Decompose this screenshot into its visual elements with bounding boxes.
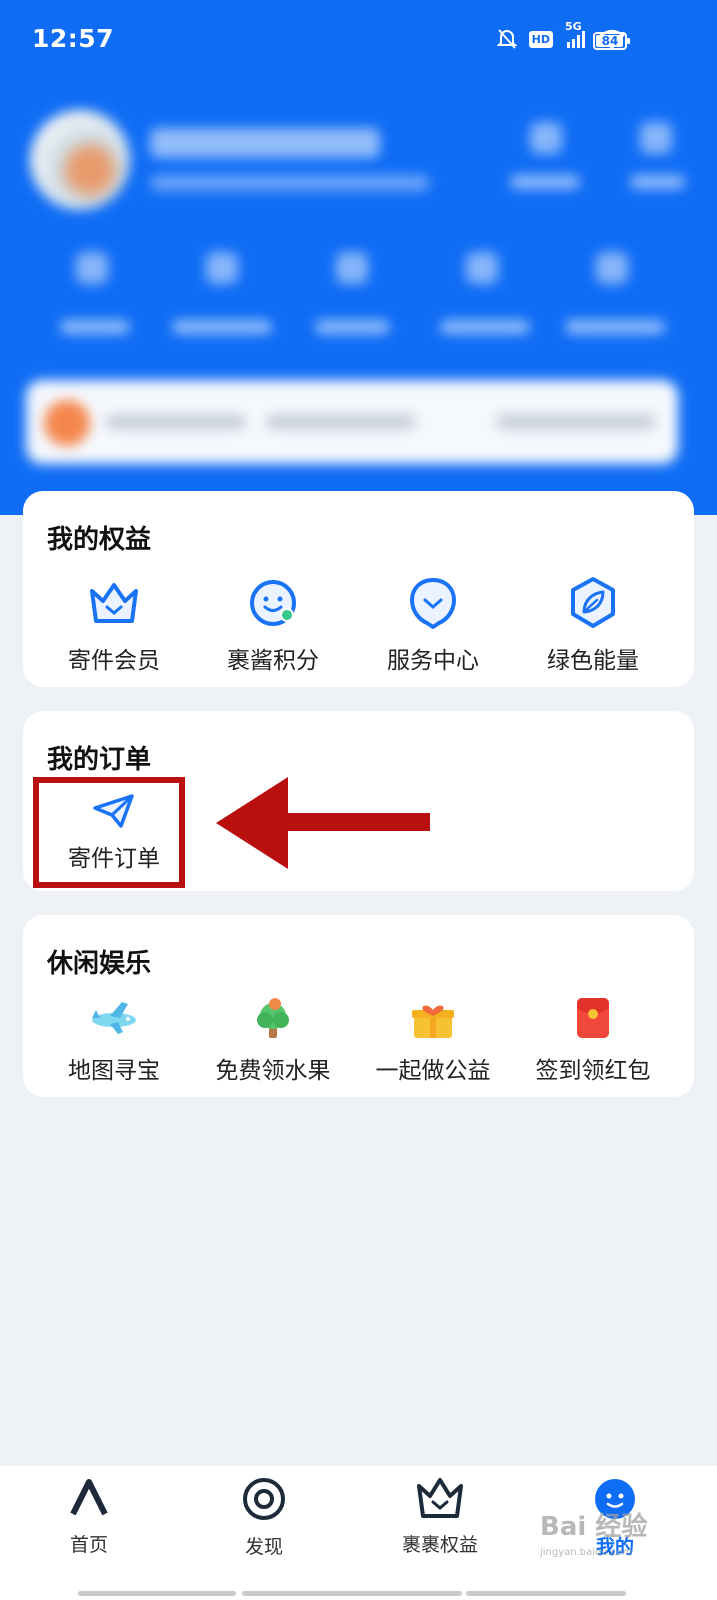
leaf-hexagon-icon <box>571 577 615 628</box>
home-indicator <box>78 1591 236 1596</box>
hd-badge: HD <box>528 30 553 48</box>
gift-heart-icon <box>412 1005 454 1038</box>
orders-card-title: 我的订单 <box>47 745 152 775</box>
network-label: 5G <box>565 20 582 33</box>
rights-card-title: 我的权益 <box>47 525 152 555</box>
fruit-tree-icon <box>257 998 289 1038</box>
nav-label: 裹裹权益 <box>401 1534 478 1556</box>
smiley-face-icon <box>250 580 296 626</box>
rights-item-label: 寄件会员 <box>68 648 160 674</box>
leisure-item-free-fruit[interactable]: 免费领水果 <box>188 995 358 1085</box>
leisure-item-charity[interactable]: 一起做公益 <box>348 995 518 1085</box>
leisure-card: 休闲娱乐 地图寻宝 免费领水果 一起做公益 签到领红包 <box>23 915 694 1097</box>
red-envelope-icon <box>577 998 609 1038</box>
leisure-item-map-treasure[interactable]: 地图寻宝 <box>29 995 199 1085</box>
rights-item-label: 服务中心 <box>387 648 479 674</box>
leisure-item-checkin-redpacket[interactable]: 签到领红包 <box>508 995 678 1085</box>
leisure-card-title: 休闲娱乐 <box>47 949 152 979</box>
leisure-item-label: 地图寻宝 <box>68 1058 160 1084</box>
avatar[interactable] <box>30 110 130 210</box>
battery-level: 84 <box>601 34 619 48</box>
leisure-item-label: 签到领红包 <box>535 1058 651 1084</box>
rights-card: 我的权益 寄件会员 裹酱积分 服务中心 绿色能量 <box>23 491 694 687</box>
rights-item-label: 绿色能量 <box>547 648 639 674</box>
rights-item-points[interactable]: 裹酱积分 <box>188 575 358 675</box>
status-bar: 12:57 HD 5G 84 <box>0 0 717 84</box>
nav-tab-discover[interactable]: 发现 <box>189 1476 339 1559</box>
mute-bell-icon <box>496 29 517 49</box>
nav-label: 首页 <box>69 1534 108 1556</box>
home-indicator <box>242 1591 462 1596</box>
battery-indicator: 84 <box>593 32 630 50</box>
signal-group: 5G <box>565 20 587 49</box>
rights-item-label: 裹酱积分 <box>227 648 319 674</box>
home-indicator <box>466 1591 626 1596</box>
crown-icon <box>90 583 138 623</box>
status-time: 12:57 <box>32 24 115 53</box>
nav-tab-benefits[interactable]: 裹裹权益 <box>365 1476 515 1557</box>
service-chat-icon <box>410 578 456 629</box>
leisure-item-label: 免费领水果 <box>215 1058 331 1084</box>
promo-banner[interactable] <box>26 380 678 464</box>
nav-tab-home[interactable]: 首页 <box>14 1476 164 1557</box>
rights-item-green-energy[interactable]: 绿色能量 <box>508 575 678 675</box>
rights-item-membership[interactable]: 寄件会员 <box>29 575 199 675</box>
profile-header: 12:57 HD 5G 84 <box>0 0 717 515</box>
watermark: Bai 经验 jingyan.baidu.com <box>540 1506 647 1558</box>
watermark-text: Bai 经验 <box>540 1512 648 1542</box>
crown-outline-icon <box>417 1478 463 1518</box>
discover-ring-icon <box>243 1478 285 1520</box>
watermark-sub: jingyan.baidu.com <box>540 1547 633 1558</box>
home-logo-icon <box>70 1479 108 1516</box>
nav-label: 发现 <box>244 1536 283 1558</box>
leisure-item-label: 一起做公益 <box>375 1058 491 1084</box>
pointer-arrow-icon <box>216 777 430 869</box>
rights-item-service-center[interactable]: 服务中心 <box>348 575 518 675</box>
airplane-icon <box>92 1002 136 1034</box>
highlight-box <box>33 777 185 888</box>
